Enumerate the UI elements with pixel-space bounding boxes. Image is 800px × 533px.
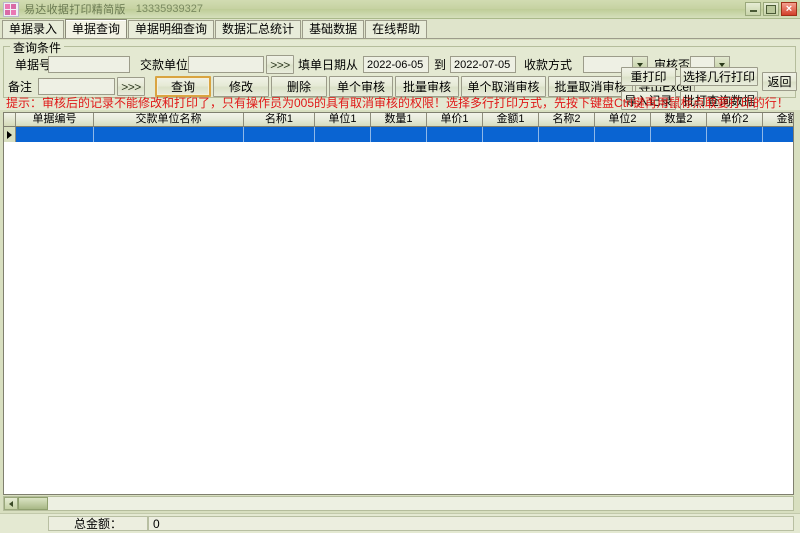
window-controls: × <box>745 2 797 16</box>
date-to-input[interactable] <box>450 56 516 73</box>
cell-payer-name[interactable] <box>94 127 244 142</box>
scroll-left-icon[interactable] <box>4 497 18 510</box>
tab-online-help[interactable]: 在线帮助 <box>365 20 428 38</box>
total-amount-label: 总金额： <box>48 516 148 531</box>
cell-unit-2[interactable] <box>595 127 651 142</box>
close-button[interactable]: × <box>781 2 797 16</box>
total-amount-value: 0 <box>148 516 794 531</box>
cell-bill-no[interactable] <box>16 127 94 142</box>
cell-name-2[interactable] <box>539 127 595 142</box>
bill-data-grid[interactable]: 单据编号 交款单位名称 名称1 单位1 数量1 单价1 金额1 名称2 单位2 … <box>3 112 794 495</box>
tab-basic-data[interactable]: 基础数据 <box>302 20 365 38</box>
window-title: 易达收据打印精简版 <box>24 4 126 16</box>
back-button[interactable]: 返回 <box>762 72 797 91</box>
row-indicator-arrow-icon <box>4 127 16 142</box>
single-audit-button[interactable]: 单个审核 <box>329 76 393 97</box>
delete-button[interactable]: 删除 <box>271 76 327 97</box>
minimize-button[interactable] <box>745 2 761 16</box>
title-bar: 易达收据打印精简版 13335939327 × <box>0 0 800 19</box>
bill-no-label: 单据号 <box>15 58 52 72</box>
grid-header-row: 单据编号 交款单位名称 名称1 单位1 数量1 单价1 金额1 名称2 单位2 … <box>4 113 793 127</box>
tab-bill-entry[interactable]: 单据录入 <box>2 20 65 38</box>
tab-data-summary[interactable]: 数据汇总统计 <box>215 20 302 38</box>
select-rows-print-button[interactable]: 选择几行打印 <box>680 67 758 86</box>
hint-text: 提示：审核后的记录不能修改和打印了，只有操作员为005的具有取消审核的权限！选择… <box>6 96 789 110</box>
cell-unit-1[interactable] <box>315 127 371 142</box>
column-header-price-2[interactable]: 单价2 <box>707 113 763 126</box>
remark-input[interactable] <box>38 78 115 95</box>
scrollbar-thumb[interactable] <box>18 497 48 510</box>
window-title-phone: 13335939327 <box>135 3 203 15</box>
grid-horizontal-scrollbar[interactable] <box>3 496 794 511</box>
column-header-amount-1[interactable]: 金额1 <box>483 113 539 126</box>
date-from-label: 填单日期从 <box>298 58 359 72</box>
scrollbar-track[interactable] <box>48 497 793 510</box>
grid-corner-cell <box>4 113 16 126</box>
query-conditions-title: 查询条件 <box>10 42 65 54</box>
close-icon: × <box>785 2 793 15</box>
cell-price-2[interactable] <box>707 127 763 142</box>
tab-bill-query[interactable]: 单据查询 <box>65 19 128 38</box>
column-header-payer-name[interactable]: 交款单位名称 <box>94 113 244 126</box>
payer-picker-button[interactable]: >>> <box>266 55 294 74</box>
cell-amount-2[interactable] <box>763 127 793 142</box>
main-tabstrip: 单据录入 单据查询 单据明细查询 数据汇总统计 基础数据 在线帮助 <box>0 19 800 39</box>
modify-button[interactable]: 修改 <box>213 76 269 97</box>
payer-input[interactable] <box>188 56 264 73</box>
column-header-unit-2[interactable]: 单位2 <box>595 113 651 126</box>
cell-name-1[interactable] <box>244 127 315 142</box>
date-from-input[interactable] <box>363 56 429 73</box>
cell-price-1[interactable] <box>427 127 483 142</box>
single-unaudit-button[interactable]: 单个取消审核 <box>461 76 546 97</box>
bill-no-input[interactable] <box>48 56 130 73</box>
cell-qty-1[interactable] <box>371 127 427 142</box>
column-header-qty-2[interactable]: 数量2 <box>651 113 707 126</box>
status-bar: 总金额： 0 <box>0 513 800 533</box>
column-header-qty-1[interactable]: 数量1 <box>371 113 427 126</box>
table-row[interactable] <box>4 127 793 142</box>
date-to-label: 到 <box>434 58 447 72</box>
cell-amount-1[interactable] <box>483 127 539 142</box>
remark-label: 备注 <box>8 80 33 94</box>
column-header-price-1[interactable]: 单价1 <box>427 113 483 126</box>
column-header-bill-no[interactable]: 单据编号 <box>16 113 94 126</box>
query-button[interactable]: 查询 <box>155 76 211 97</box>
reprint-button[interactable]: 重打印 <box>621 67 676 86</box>
remark-picker-button[interactable]: >>> <box>117 77 145 96</box>
batch-audit-button[interactable]: 批量审核 <box>395 76 459 97</box>
column-header-name-2[interactable]: 名称2 <box>539 113 595 126</box>
cell-qty-2[interactable] <box>651 127 707 142</box>
application-window: 易达收据打印精简版 13335939327 × 单据录入 单据查询 单据明细查询… <box>0 0 800 533</box>
payer-label: 交款单位 <box>140 58 189 72</box>
app-logo-icon <box>3 1 19 17</box>
column-header-amount-2[interactable]: 金额2 <box>763 113 793 126</box>
grid-body <box>4 127 793 142</box>
maximize-button[interactable] <box>763 2 779 16</box>
tab-bill-detail-query[interactable]: 单据明细查询 <box>128 20 215 38</box>
column-header-unit-1[interactable]: 单位1 <box>315 113 371 126</box>
pay-method-label: 收款方式 <box>524 58 573 72</box>
column-header-name-1[interactable]: 名称1 <box>244 113 315 126</box>
